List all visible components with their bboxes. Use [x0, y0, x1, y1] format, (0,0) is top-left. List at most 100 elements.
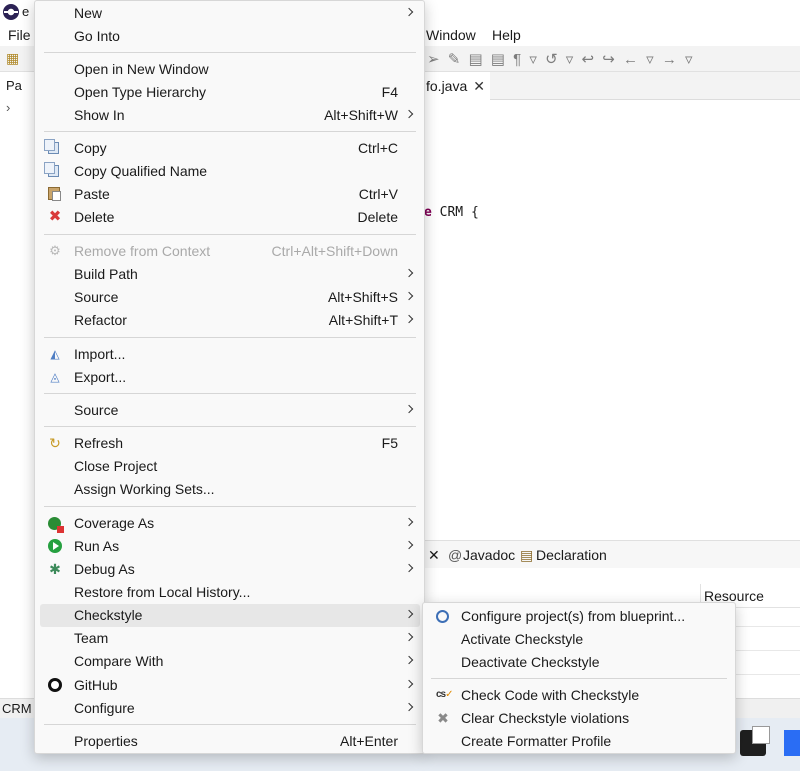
checkstyle-submenu: Configure project(s) from blueprint... A… [422, 602, 736, 754]
menu-item-new[interactable]: New [40, 2, 420, 25]
declaration-icon: ▤ [520, 547, 534, 563]
menu-separator [431, 678, 727, 679]
editor-tabs: fo.java ✕ [424, 72, 800, 100]
coverage-icon [48, 517, 64, 533]
blueprint-icon [436, 610, 449, 623]
github-icon [48, 678, 62, 692]
menu-item-restore-local-history[interactable]: Restore from Local History... [40, 581, 420, 604]
menu-item-source[interactable]: Source Alt+Shift+S [40, 286, 420, 309]
menu-item-copy[interactable]: Copy Ctrl+C [40, 137, 420, 160]
shortcut-label: F4 [381, 84, 398, 100]
menu-item-open-type-hierarchy[interactable]: Open Type Hierarchy F4 [40, 81, 420, 104]
refresh-icon: ↻ [49, 435, 61, 451]
shortcut-label: Alt+Shift+S [327, 289, 398, 305]
menu-separator [44, 724, 416, 725]
tab-declaration[interactable]: Declaration [536, 547, 607, 563]
menu-item-compare-with[interactable]: Compare With [40, 650, 420, 673]
menu-item-go-into[interactable]: Go Into [40, 25, 420, 48]
chevron-right-icon [404, 291, 414, 301]
shortcut-label: Delete [357, 209, 398, 225]
menu-help[interactable]: Help [492, 27, 521, 43]
taskbar-app-icon[interactable] [740, 726, 770, 756]
menu-window[interactable]: Window [426, 27, 476, 43]
menu-item-build-path[interactable]: Build Path [40, 263, 420, 286]
menu-item-remove-from-context: ⚙ Remove from Context Ctrl+Alt+Shift+Dow… [49, 243, 398, 259]
chevron-right-icon [404, 609, 414, 619]
menu-item-deactivate-checkstyle[interactable]: Deactivate Checkstyle [428, 651, 732, 674]
menu-item-check-code[interactable]: cs✓ Check Code with Checkstyle [428, 684, 732, 707]
editor-tab-file[interactable]: fo.java ✕ [424, 72, 490, 100]
new-wizard-icon[interactable]: ▦ [6, 50, 19, 67]
chevron-right-icon [404, 655, 414, 665]
menu-separator [44, 52, 416, 53]
eclipse-app-icon [3, 4, 19, 20]
editor-tab-label: fo.java [426, 78, 468, 94]
menu-item-activate-checkstyle[interactable]: Activate Checkstyle [428, 628, 732, 651]
delete-icon: ✖ [48, 208, 62, 225]
menu-item-coverage-as[interactable]: Coverage As [40, 512, 420, 535]
import-icon: ◭ [50, 347, 60, 361]
menu-item-assign-working-sets[interactable]: Assign Working Sets... [40, 478, 420, 501]
menu-item-show-in[interactable]: Show In Alt+Shift+W [40, 104, 420, 127]
menu-separator [44, 393, 416, 394]
chevron-right-icon [404, 632, 414, 642]
shortcut-label: F5 [381, 435, 398, 451]
menu-item-debug-as[interactable]: ✱ Debug As [40, 558, 420, 581]
menu-item-open-in-new-window[interactable]: Open in New Window [40, 58, 420, 81]
code-editor[interactable]: e CRM { [424, 100, 800, 516]
menu-item-github[interactable]: GitHub [40, 674, 420, 697]
chevron-right-icon [404, 679, 414, 689]
taskbar-app-icon[interactable] [784, 730, 800, 756]
remove-from-context-icon: ⚙ [49, 243, 61, 258]
chevron-right-icon [404, 404, 414, 414]
menu-item-create-formatter-profile[interactable]: Create Formatter Profile [428, 730, 732, 753]
javadoc-icon: @ [448, 547, 463, 563]
menu-item-source-secondary[interactable]: Source [40, 399, 420, 422]
export-icon: ◬ [50, 370, 60, 384]
chevron-right-icon [404, 314, 414, 324]
shortcut-label: Alt+Shift+T [328, 312, 398, 328]
tab-javadoc[interactable]: Javadoc [463, 547, 515, 563]
menu-item-properties[interactable]: Properties Alt+Enter [40, 730, 420, 753]
menu-item-team[interactable]: Team [40, 627, 420, 650]
menu-item-clear-violations[interactable]: ✖ Clear Checkstyle violations [428, 707, 732, 730]
menu-item-copy-qualified-name[interactable]: Copy Qualified Name [40, 160, 420, 183]
chevron-right-icon [404, 563, 414, 573]
menu-separator [44, 506, 416, 507]
paste-icon [48, 187, 61, 201]
menu-item-configure[interactable]: Configure [40, 697, 420, 720]
close-icon[interactable]: ✕ [473, 78, 485, 94]
shortcut-label: Ctrl+V [358, 186, 398, 202]
package-explorer-tab[interactable]: Pa [6, 78, 22, 93]
menu-item-close-project[interactable]: Close Project [40, 455, 420, 478]
menu-item-checkstyle[interactable]: Checkstyle [40, 604, 420, 627]
menu-item-refresh[interactable]: ↻ Refresh F5 [40, 432, 420, 455]
status-text: CRM [2, 701, 32, 716]
close-icon[interactable]: ✕ [428, 547, 440, 564]
shortcut-label: Alt+Enter [340, 733, 398, 749]
chevron-right-icon [404, 7, 414, 17]
menu-file[interactable]: File [8, 27, 31, 43]
window-title: e [22, 4, 30, 19]
chevron-right-icon [404, 517, 414, 527]
shortcut-label: Ctrl+Alt+Shift+Down [271, 243, 398, 259]
menu-item-delete[interactable]: ✖ Delete Delete [40, 206, 420, 229]
menu-item-configure-from-blueprint[interactable]: Configure project(s) from blueprint... [428, 605, 732, 628]
menu-item-import[interactable]: ◭ Import... [40, 343, 420, 366]
chevron-right-icon [404, 268, 414, 278]
menu-separator [44, 426, 416, 427]
code-line: e CRM { [424, 205, 479, 220]
bottom-view-tabs: ✕ @ Javadoc ▤ Declaration [424, 540, 800, 568]
chevron-right-icon [404, 540, 414, 550]
menu-item-run-as[interactable]: Run As [40, 535, 420, 558]
menu-item-refactor[interactable]: Refactor Alt+Shift+T [40, 309, 420, 332]
project-tree-chevron-icon[interactable]: › [6, 100, 10, 115]
copy-icon [44, 139, 59, 154]
run-icon [48, 539, 62, 553]
checkstyle-cs-icon: cs✓ [436, 689, 454, 700]
toolbar-icons[interactable]: ➢ ✎ ▤ ▤ ¶ ▿ ↺ ▿ ↩ ↪ ← ▿ → ▿ [427, 50, 695, 68]
menu-separator [44, 337, 416, 338]
menu-item-paste[interactable]: Paste Ctrl+V [40, 183, 420, 206]
menu-item-export[interactable]: ◬ Export... [40, 366, 420, 389]
copy-qualified-name-icon [44, 162, 59, 177]
